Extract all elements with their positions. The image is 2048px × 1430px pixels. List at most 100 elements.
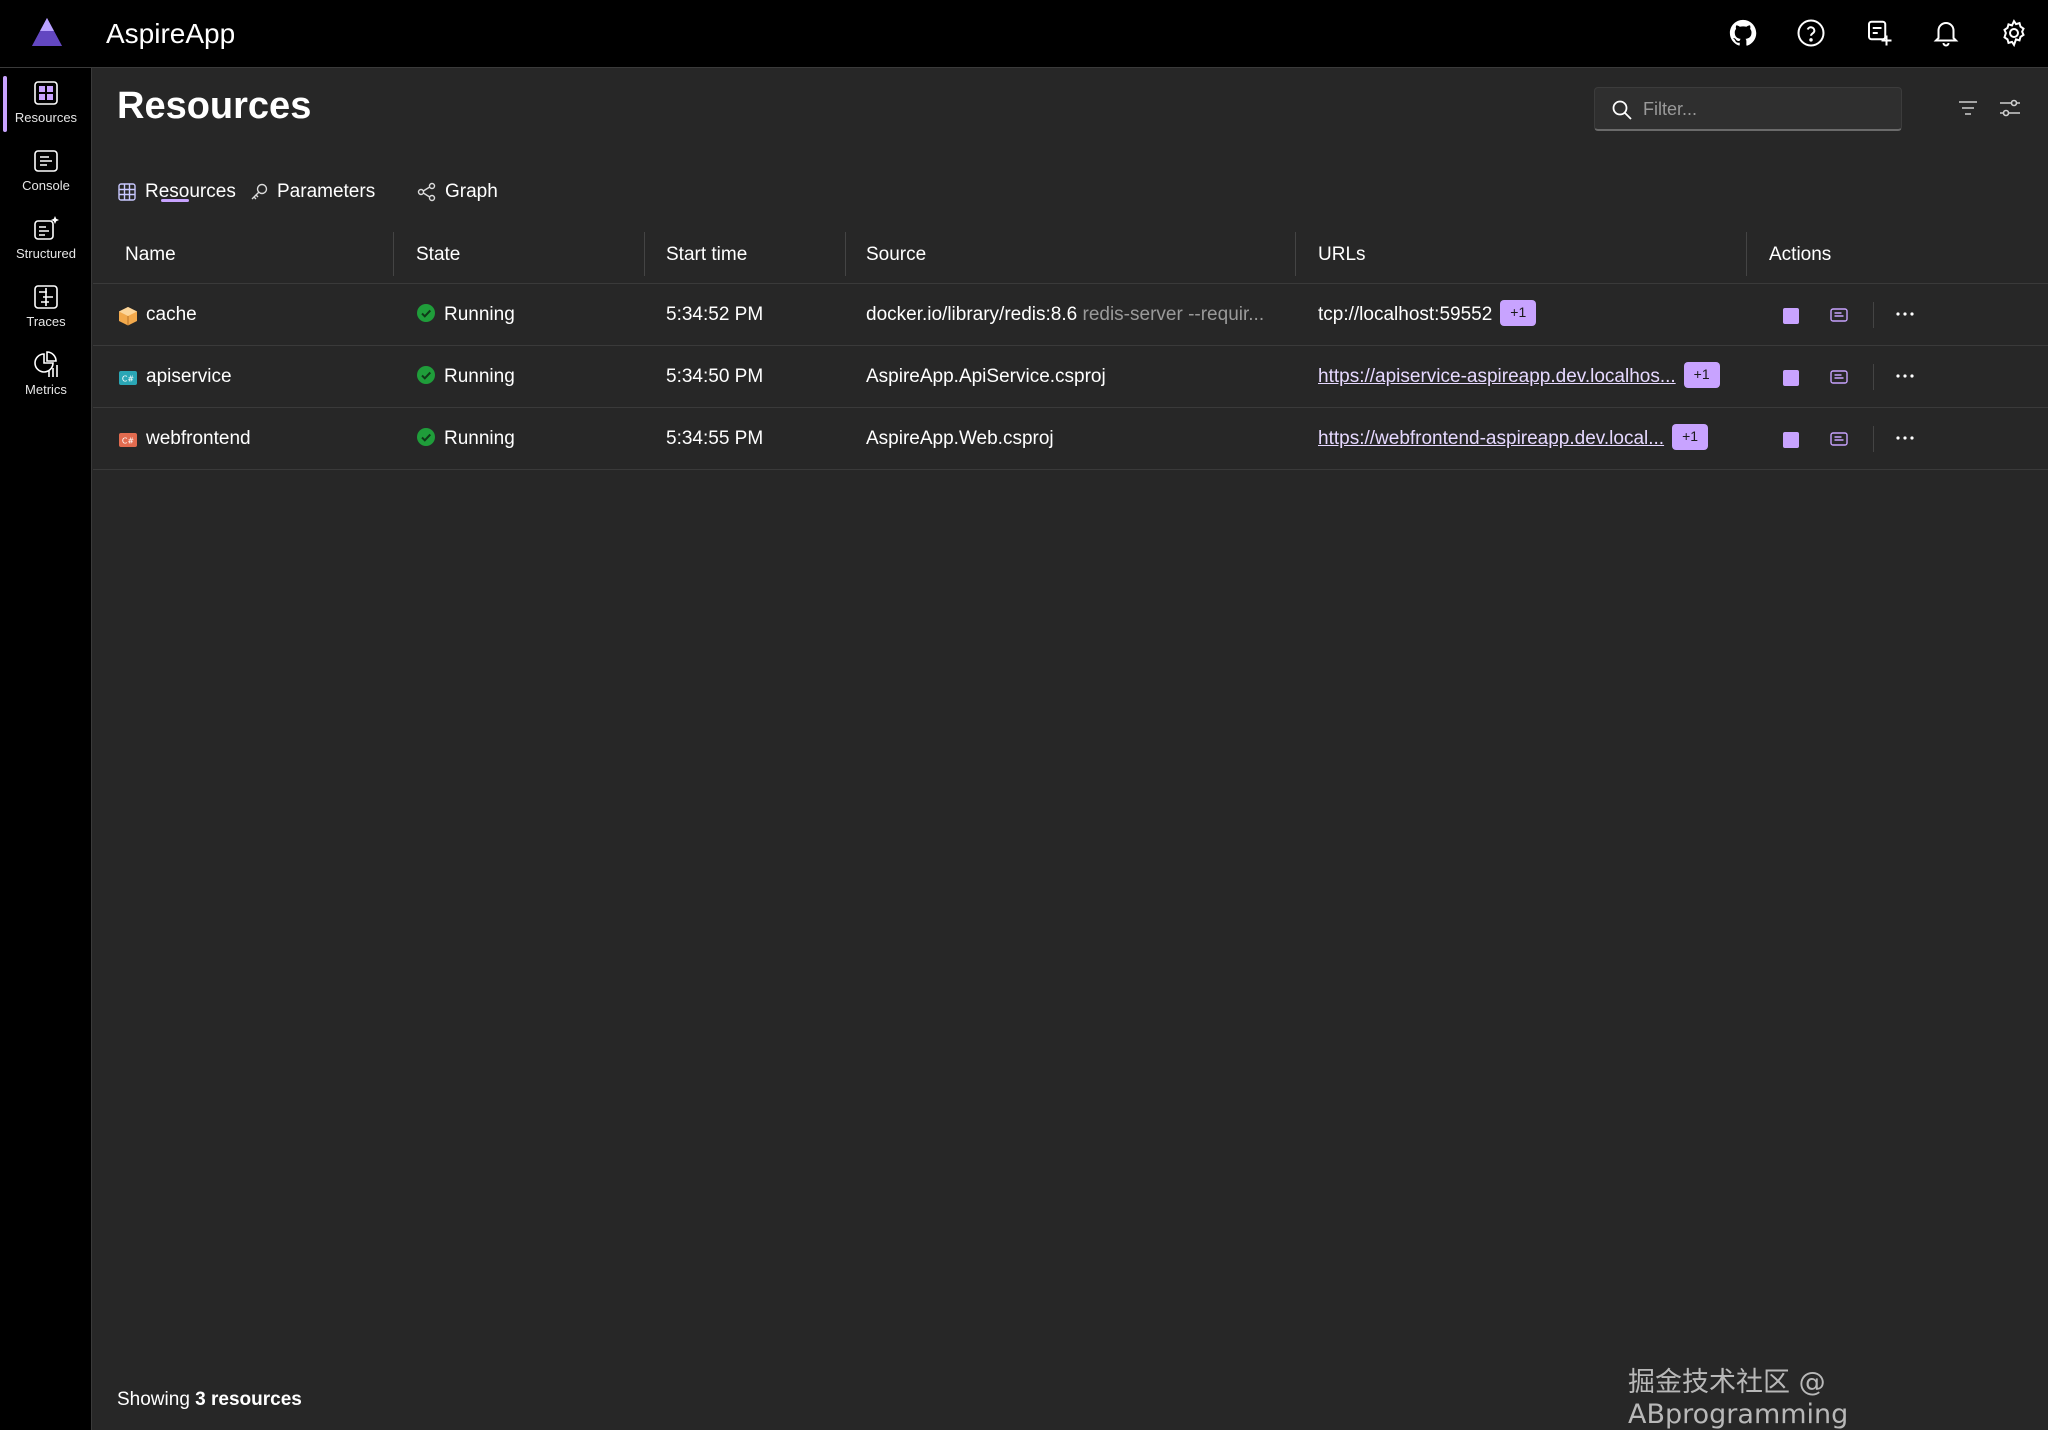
source-args: redis-server --requir... bbox=[1082, 304, 1265, 325]
action-divider bbox=[1873, 302, 1874, 328]
console-logs-icon[interactable] bbox=[1829, 367, 1849, 387]
nav-label: Traces bbox=[26, 314, 66, 329]
column-divider[interactable] bbox=[393, 232, 394, 276]
source-cell: docker.io/library/redis:8.6 redis-server… bbox=[866, 284, 1276, 346]
nav-item-traces[interactable]: Traces bbox=[0, 276, 92, 340]
filter-icon[interactable] bbox=[1953, 93, 1983, 123]
url-link[interactable]: https://webfrontend-aspireapp.dev.local.… bbox=[1318, 428, 1664, 449]
column-header-state[interactable]: State bbox=[416, 225, 460, 284]
nav-label: Console bbox=[22, 178, 70, 193]
console-logs-icon[interactable] bbox=[1829, 305, 1849, 325]
column-divider[interactable] bbox=[1295, 232, 1296, 276]
nav-item-console[interactable]: Console bbox=[0, 140, 92, 204]
resource-name[interactable]: apiservice bbox=[146, 346, 232, 408]
nav-label: Metrics bbox=[25, 382, 67, 397]
tab-label: Graph bbox=[445, 181, 498, 202]
more-urls-badge[interactable]: +1 bbox=[1500, 299, 1537, 326]
notifications-icon[interactable] bbox=[1929, 16, 1963, 50]
running-check-icon bbox=[417, 428, 435, 447]
state-cell: Running bbox=[416, 408, 515, 470]
view-options-icon[interactable] bbox=[1995, 93, 2025, 123]
running-check-icon bbox=[417, 366, 435, 385]
url-cell: tcp://localhost:59552 +1 bbox=[1318, 284, 1537, 346]
source-text: docker.io/library/redis:8.6 bbox=[866, 304, 1078, 325]
tab-label: Resources bbox=[145, 181, 236, 202]
help-icon[interactable] bbox=[1794, 16, 1828, 50]
search-icon bbox=[1612, 100, 1632, 120]
page-title: Resources bbox=[117, 85, 312, 127]
tab-graph[interactable]: Graph bbox=[417, 169, 498, 213]
source-text: AspireApp.ApiService.csproj bbox=[866, 366, 1106, 387]
more-actions-icon[interactable] bbox=[1894, 302, 1916, 326]
resources-icon bbox=[34, 81, 58, 105]
more-actions-icon[interactable] bbox=[1894, 426, 1916, 450]
key-icon bbox=[251, 183, 268, 200]
filter-field[interactable] bbox=[1594, 87, 1902, 131]
watermark: 掘金技术社区 @ ABprogramming bbox=[1628, 1367, 1849, 1430]
structured-icon bbox=[34, 216, 59, 240]
start-time: 5:34:52 PM bbox=[666, 304, 764, 325]
action-divider bbox=[1873, 426, 1874, 452]
table-header: Name State Start time Source URLs Action… bbox=[93, 225, 2048, 284]
source-text: AspireApp.Web.csproj bbox=[866, 428, 1054, 449]
launch-icon[interactable] bbox=[1862, 16, 1896, 50]
url-text[interactable]: tcp://localhost:59552 bbox=[1318, 304, 1492, 325]
stop-button[interactable] bbox=[1783, 308, 1799, 324]
project-icon: C# bbox=[119, 433, 137, 447]
state-text: Running bbox=[444, 366, 515, 387]
footer-prefix: Showing bbox=[117, 1389, 196, 1410]
console-icon bbox=[34, 150, 58, 172]
graph-icon bbox=[417, 182, 436, 202]
app-title[interactable]: AspireApp bbox=[106, 18, 235, 50]
active-tab-indicator bbox=[161, 199, 189, 202]
tab-resources[interactable]: Resources bbox=[117, 169, 236, 213]
traces-icon bbox=[34, 285, 58, 309]
left-nav: Resources Console Structured Traces Metr… bbox=[0, 68, 92, 1430]
more-actions-icon[interactable] bbox=[1894, 364, 1916, 388]
console-logs-icon[interactable] bbox=[1829, 429, 1849, 449]
more-urls-badge[interactable]: +1 bbox=[1672, 423, 1709, 450]
filter-input[interactable] bbox=[1643, 94, 1893, 124]
start-time: 5:34:55 PM bbox=[666, 428, 764, 449]
nav-item-metrics[interactable]: Metrics bbox=[0, 344, 92, 408]
nav-label: Resources bbox=[14, 110, 78, 125]
column-header-source[interactable]: Source bbox=[866, 225, 926, 284]
more-urls-badge[interactable]: +1 bbox=[1683, 361, 1720, 388]
source-cell: AspireApp.ApiService.csproj bbox=[866, 346, 1276, 408]
resource-name[interactable]: cache bbox=[146, 284, 197, 346]
table-row[interactable]: C# webfrontend Running 5:34:55 PM Aspire… bbox=[93, 408, 2048, 470]
url-cell: https://apiservice-aspireapp.dev.localho… bbox=[1318, 346, 1720, 408]
url-link[interactable]: https://apiservice-aspireapp.dev.localho… bbox=[1318, 366, 1676, 387]
column-divider[interactable] bbox=[845, 232, 846, 276]
nav-label: Structured bbox=[16, 246, 76, 261]
url-cell: https://webfrontend-aspireapp.dev.local.… bbox=[1318, 408, 1709, 470]
nav-item-structured[interactable]: Structured bbox=[0, 208, 92, 272]
column-header-name[interactable]: Name bbox=[125, 225, 176, 284]
column-header-start-time[interactable]: Start time bbox=[666, 225, 747, 284]
tab-label: Parameters bbox=[277, 181, 376, 202]
column-divider[interactable] bbox=[1746, 232, 1747, 276]
table-row[interactable]: C# apiservice Running 5:34:50 PM AspireA… bbox=[93, 346, 2048, 408]
column-header-actions: Actions bbox=[1769, 244, 1832, 265]
settings-icon[interactable] bbox=[1997, 16, 2031, 50]
column-divider[interactable] bbox=[644, 232, 645, 276]
main-content: Resources Resources Parameters Graph Nam… bbox=[93, 69, 2048, 1430]
table-row[interactable]: cache Running 5:34:52 PM docker.io/libra… bbox=[93, 284, 2048, 346]
github-icon[interactable] bbox=[1726, 16, 1760, 50]
action-divider bbox=[1873, 364, 1874, 390]
state-cell: Running bbox=[416, 346, 515, 408]
nav-item-resources[interactable]: Resources bbox=[0, 72, 92, 136]
project-icon: C# bbox=[119, 371, 137, 385]
resource-count: Showing 3 resources bbox=[117, 1389, 302, 1411]
resources-table: Name State Start time Source URLs Action… bbox=[93, 225, 2048, 470]
tab-parameters[interactable]: Parameters bbox=[249, 169, 375, 213]
state-cell: Running bbox=[416, 284, 515, 346]
start-time: 5:34:50 PM bbox=[666, 366, 764, 387]
stop-button[interactable] bbox=[1783, 370, 1799, 386]
source-cell: AspireApp.Web.csproj bbox=[866, 408, 1276, 470]
stop-button[interactable] bbox=[1783, 432, 1799, 448]
column-header-urls[interactable]: URLs bbox=[1318, 225, 1366, 284]
state-text: Running bbox=[444, 304, 515, 325]
aspire-logo-icon[interactable] bbox=[30, 16, 64, 50]
resource-name[interactable]: webfrontend bbox=[146, 408, 251, 470]
